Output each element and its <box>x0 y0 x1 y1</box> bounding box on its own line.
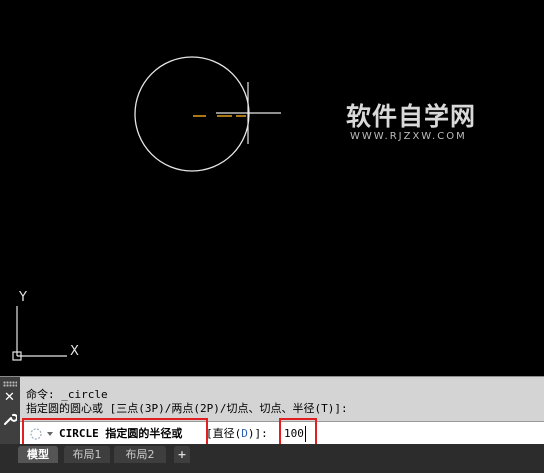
layout-tab-bar: 模型 布局1 布局2 + <box>0 444 544 473</box>
tab-layout1[interactable]: 布局1 <box>64 446 110 463</box>
tab-layout2[interactable]: 布局2 <box>114 446 166 463</box>
close-icon[interactable]: ✕ <box>4 391 15 404</box>
command-history-line: 指定圆的圆心或 [三点(3P)/两点(2P)/切点、切点、半径(T)]: <box>26 402 348 415</box>
circle-preview <box>134 56 250 172</box>
ucs-y-label: Y <box>18 290 27 305</box>
option-close: )]: <box>247 427 268 440</box>
drag-grip-icon[interactable] <box>3 381 17 387</box>
option-key-diameter[interactable]: D <box>241 427 248 440</box>
ucs-icon: Y X <box>12 290 79 361</box>
ucs-x-label: X <box>70 344 79 359</box>
watermark-url: WWW.RJZXW.COM <box>350 131 467 142</box>
add-layout-button[interactable]: + <box>174 446 190 463</box>
command-window-sidebar: ✕ <box>0 377 20 445</box>
command-option[interactable]: [直径(D)]: <box>206 426 268 442</box>
option-open: [直径( <box>206 427 242 440</box>
command-history-line: 命令: _circle <box>26 388 108 401</box>
watermark: 软件自学网 WWW.RJZXW.COM <box>346 103 476 143</box>
drawing-canvas[interactable]: Y X 软件自学网 WWW.RJZXW.COM <box>0 0 544 376</box>
watermark-title: 软件自学网 <box>346 102 477 131</box>
model-space: Y X <box>12 56 281 361</box>
wrench-icon[interactable] <box>3 412 17 426</box>
tab-model[interactable]: 模型 <box>18 446 58 463</box>
crosshair-cursor <box>216 82 281 144</box>
